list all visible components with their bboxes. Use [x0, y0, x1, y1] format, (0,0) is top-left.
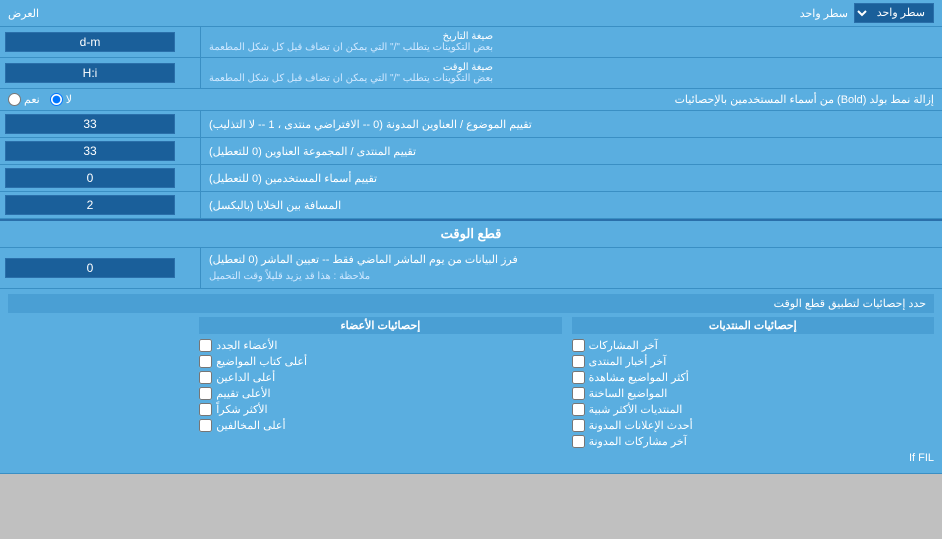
- checkbox-members-5[interactable]: [199, 403, 212, 416]
- forum-sort-input[interactable]: [5, 141, 175, 161]
- bold-remove-yes-label[interactable]: نعم: [8, 93, 40, 106]
- time-cut-input-cell: [0, 248, 200, 288]
- checkbox-item-3: أكثر المواضيع مشاهدة: [572, 371, 934, 384]
- stats-section-header: حدد إحصائيات لتطبيق قطع الوقت: [8, 294, 934, 313]
- forum-sort-input-cell: [0, 138, 200, 164]
- checkbox-members-6[interactable]: [199, 419, 212, 432]
- bold-remove-no-radio[interactable]: [50, 93, 63, 106]
- time-format-row: صيغة الوقت بعض التكوينات يتطلب "/" التي …: [0, 58, 942, 89]
- users-sort-input-cell: [0, 165, 200, 191]
- checkbox-forums-2[interactable]: [572, 355, 585, 368]
- checkbox-forums-4[interactable]: [572, 387, 585, 400]
- display-section-title: العرض: [8, 7, 39, 20]
- checkbox-forums-7[interactable]: [572, 435, 585, 448]
- topics-sort-input[interactable]: [5, 114, 175, 134]
- checkbox-item-5: المنتديات الأكثر شبية: [572, 403, 934, 416]
- checkbox-member-3: أعلى الداعين: [199, 371, 561, 384]
- checkbox-forums-3[interactable]: [572, 371, 585, 384]
- time-cut-row: فرز البيانات من يوم الماشر الماضي فقط --…: [0, 248, 942, 289]
- checkbox-members-3[interactable]: [199, 371, 212, 384]
- topics-sort-input-cell: [0, 111, 200, 137]
- checkbox-members-4[interactable]: [199, 387, 212, 400]
- checkbox-members-1[interactable]: [199, 339, 212, 352]
- stats-grid: إحصائيات المنتديات آخر المشاركات آخر أخب…: [8, 317, 934, 448]
- checkbox-member-4: الأعلى تقييم: [199, 387, 561, 400]
- stats-col-empty: [8, 317, 189, 448]
- date-format-row: صيغة التاريخ بعض التكوينات يتطلب "/" الت…: [0, 27, 942, 58]
- date-format-input[interactable]: [5, 32, 175, 52]
- time-cut-input[interactable]: [5, 258, 175, 278]
- checkbox-member-5: الأكثر شكراً: [199, 403, 561, 416]
- time-format-label: صيغة الوقت بعض التكوينات يتطلب "/" التي …: [200, 58, 942, 88]
- checkbox-item-4: المواضيع الساخنة: [572, 387, 934, 400]
- bold-remove-row: إزالة نمط بولد (Bold) من أسماء المستخدمي…: [0, 89, 942, 111]
- cell-spacing-input[interactable]: [5, 195, 175, 215]
- checkbox-item-7: آخر مشاركات المدونة: [572, 435, 934, 448]
- cell-spacing-row: المسافة بين الخلايا (بالبكسل): [0, 192, 942, 219]
- stats-col-members-header: إحصائيات الأعضاء: [199, 317, 561, 334]
- checkbox-member-1: الأعضاء الجدد: [199, 339, 561, 352]
- checkbox-forums-1[interactable]: [572, 339, 585, 352]
- checkbox-member-2: أعلى كتاب المواضيع: [199, 355, 561, 368]
- cell-spacing-input-cell: [0, 192, 200, 218]
- time-format-input[interactable]: [5, 63, 175, 83]
- display-select[interactable]: سطر واحدسطرينثلاثة أسطر: [854, 3, 934, 23]
- forum-sort-label: تقييم المنتدى / المجموعة العناوين (0 للت…: [200, 138, 942, 164]
- checkbox-member-6: أعلى المخالفين: [199, 419, 561, 432]
- stats-col-forums-header: إحصائيات المنتديات: [572, 317, 934, 334]
- stats-col-forums: إحصائيات المنتديات آخر المشاركات آخر أخب…: [572, 317, 934, 448]
- bottom-text: If FIL: [8, 448, 934, 468]
- topics-sort-label: تقييم الموضوع / العناوين المدونة (0 -- ا…: [200, 111, 942, 137]
- time-format-input-cell: [0, 58, 200, 88]
- date-format-label: صيغة التاريخ بعض التكوينات يتطلب "/" الت…: [200, 27, 942, 57]
- cell-spacing-label: المسافة بين الخلايا (بالبكسل): [200, 192, 942, 218]
- time-cut-label: فرز البيانات من يوم الماشر الماضي فقط --…: [200, 248, 942, 288]
- bold-remove-label: إزالة نمط بولد (Bold) من أسماء المستخدمي…: [208, 93, 934, 106]
- topics-sort-row: تقييم الموضوع / العناوين المدونة (0 -- ا…: [0, 111, 942, 138]
- time-cut-section-header: قطع الوقت: [0, 219, 942, 248]
- users-sort-row: تقييم أسماء المستخدمين (0 للتعطيل): [0, 165, 942, 192]
- checkbox-forums-5[interactable]: [572, 403, 585, 416]
- forum-sort-row: تقييم المنتدى / المجموعة العناوين (0 للت…: [0, 138, 942, 165]
- display-header-row: سطر واحدسطرينثلاثة أسطر سطر واحد العرض: [0, 0, 942, 27]
- stats-section: حدد إحصائيات لتطبيق قطع الوقت إحصائيات ا…: [0, 289, 942, 474]
- checkbox-item-1: آخر المشاركات: [572, 339, 934, 352]
- display-select-label: سطر واحد: [800, 7, 848, 20]
- date-format-input-cell: [0, 27, 200, 57]
- bold-remove-options: لا نعم: [8, 93, 208, 106]
- bold-remove-yes-radio[interactable]: [8, 93, 21, 106]
- checkbox-item-2: آخر أخبار المنتدى: [572, 355, 934, 368]
- bold-remove-no-label[interactable]: لا: [50, 93, 72, 106]
- checkbox-item-6: أحدث الإعلانات المدونة: [572, 419, 934, 432]
- checkbox-members-2[interactable]: [199, 355, 212, 368]
- users-sort-input[interactable]: [5, 168, 175, 188]
- users-sort-label: تقييم أسماء المستخدمين (0 للتعطيل): [200, 165, 942, 191]
- stats-col-members: إحصائيات الأعضاء الأعضاء الجدد أعلى كتاب…: [199, 317, 561, 448]
- checkbox-forums-6[interactable]: [572, 419, 585, 432]
